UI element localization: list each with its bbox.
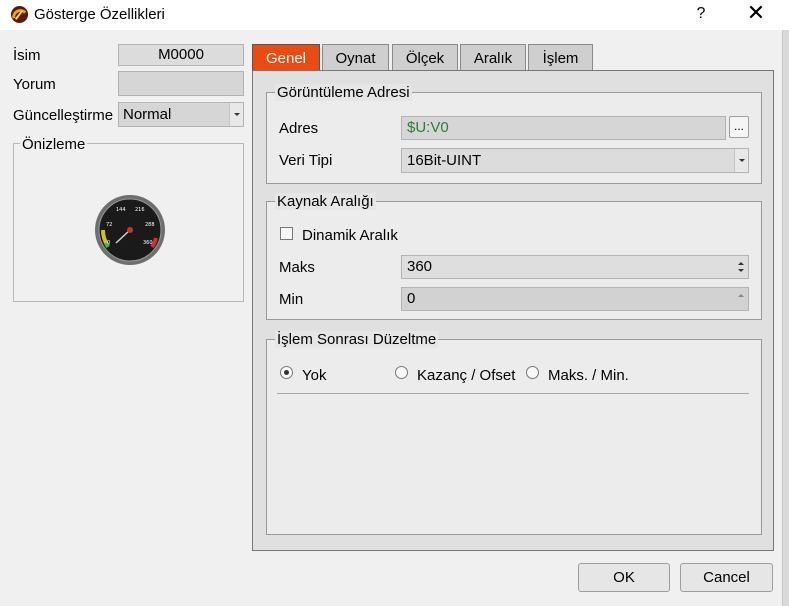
window-edge [782,30,789,606]
dynamic-range-label: Dinamik Aralık [302,227,398,244]
tab-genel[interactable]: Genel [252,44,320,71]
source-range-title: Kaynak Aralığı [275,193,376,210]
cancel-button[interactable]: Cancel [680,563,773,592]
preview-group: Önizleme 0 72 144 216 288 360 [13,136,244,302]
address-input[interactable]: $U:V0 [401,116,726,140]
radio-none-label: Yok [302,367,327,384]
max-value: 360 [407,258,433,275]
radio-gain-offset[interactable] [395,366,408,379]
preview-label: Önizleme [20,136,88,153]
max-spinbox[interactable]: 360 [401,255,749,279]
tab-panel-genel: Görüntüleme Adresi Adres $U:V0 ... Veri … [252,70,774,551]
gauge-tick: 288 [145,222,155,228]
gauge-tick: 72 [106,222,112,228]
address-value: $U:V0 [407,119,449,136]
app-icon [10,5,29,24]
spinner-icon[interactable] [737,292,745,306]
radio-max-min[interactable] [526,366,539,379]
radio-gain-offset-label: Kazanç / Ofset [417,367,516,384]
address-browse-button[interactable]: ... [729,116,749,138]
comment-label: Yorum [13,76,56,93]
source-range-group: Kaynak Aralığı Dinamik Aralık Maks 360 M… [266,193,762,320]
display-address-title: Görüntüleme Adresi [275,84,412,101]
min-label: Min [279,291,304,308]
tab-olcek[interactable]: Ölçek [392,44,458,71]
name-value: M0000 [158,46,204,63]
dynamic-range-checkbox[interactable] [280,227,293,240]
post-process-group: İşlem Sonrası Düzeltme Yok Kazanç / Ofse… [266,331,762,535]
address-label: Adres [279,120,319,137]
radio-max-min-label: Maks. / Min. [548,367,629,384]
data-type-value: 16Bit-UINT [407,152,482,169]
max-label: Maks [279,259,315,276]
radio-none[interactable] [280,366,293,379]
spinner-icon[interactable] [737,260,745,274]
data-type-label: Veri Tipi [279,152,333,169]
ok-button[interactable]: OK [578,563,670,592]
gauge-tick: 216 [135,207,145,213]
min-value: 0 [407,290,416,307]
title-bar: Gösterge Özellikleri ? ✕ [0,0,789,30]
chevron-down-icon [229,103,243,126]
tab-oynat[interactable]: Oynat [322,44,389,71]
comment-field[interactable] [118,71,244,96]
post-process-title: İşlem Sonrası Düzeltme [275,331,439,348]
gauge-tick: 360 [143,240,153,246]
data-type-select[interactable]: 16Bit-UINT [401,148,749,173]
gauge-preview: 0 72 144 216 288 360 [95,195,165,265]
update-label: Güncelleştirme [13,107,114,124]
update-select[interactable]: Normal [118,102,244,127]
window-title: Gösterge Özellikleri [34,6,165,23]
help-button[interactable]: ? [686,2,716,26]
chevron-down-icon [734,149,748,172]
update-value: Normal [123,106,172,123]
display-address-group: Görüntüleme Adresi Adres $U:V0 ... Veri … [266,84,762,184]
gauge-tick: 0 [107,240,110,246]
name-field[interactable]: M0000 [118,44,244,66]
name-label: İsim [13,47,41,64]
min-spinbox[interactable]: 0 [401,287,749,311]
close-button[interactable]: ✕ [740,2,772,26]
gauge-tick: 144 [116,207,126,213]
tab-islem[interactable]: İşlem [528,44,593,71]
tab-aralik[interactable]: Aralık [460,44,526,71]
divider [277,393,749,394]
radio-selected-dot [284,370,289,375]
